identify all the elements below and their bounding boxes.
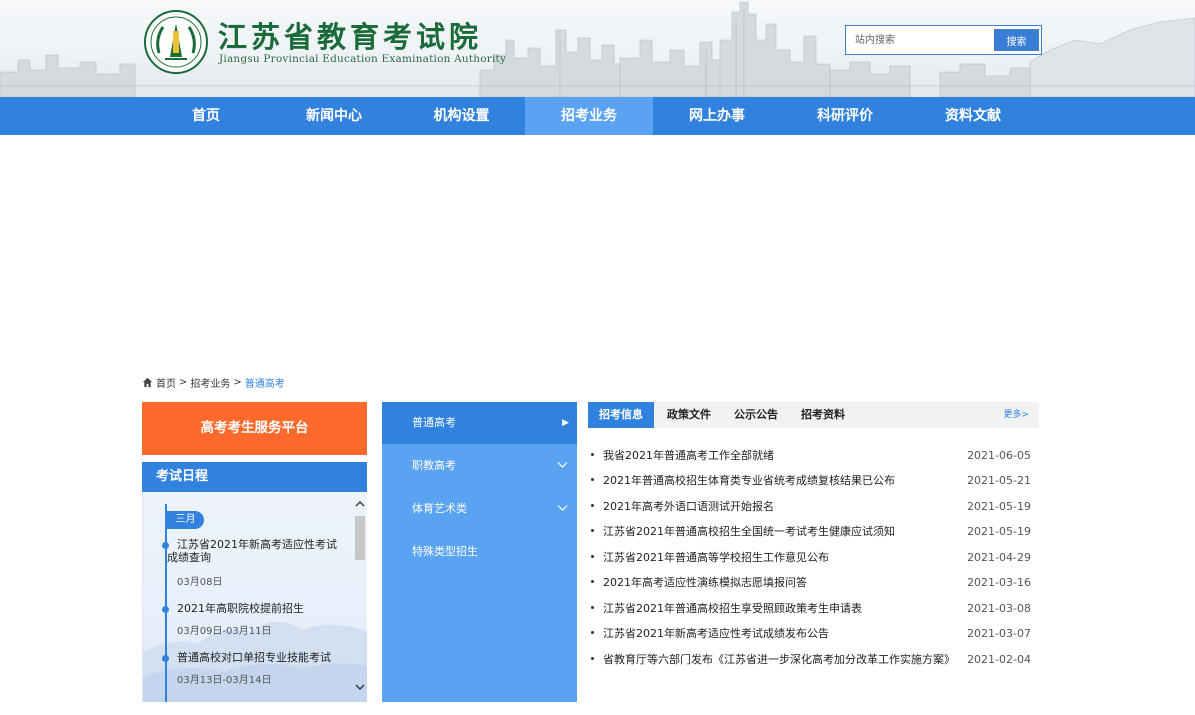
schedule-event-date: 03月09日-03月11日: [177, 626, 272, 637]
search-box: 搜索: [845, 25, 1042, 55]
bullet-icon: [591, 580, 594, 583]
chevron-up-icon[interactable]: [353, 497, 367, 511]
bullet-icon: [591, 529, 594, 532]
main-nav: 首页 新闻中心 机构设置 招考业务 网上办事 科研评价 资料文献: [0, 97, 1195, 135]
chevron-down-icon: [557, 505, 568, 511]
news-title[interactable]: 2021年普通高校招生体育类专业省统考成绩复核结果已公布: [603, 468, 895, 493]
schedule-event-title[interactable]: 江苏省2021年新高考适应性考试成绩查询: [167, 538, 343, 564]
schedule-event-title[interactable]: 普通高校对口单招专业技能考试: [167, 651, 343, 664]
news-date: 2021-03-08: [967, 602, 1031, 615]
bullet-icon: [591, 478, 594, 481]
category-item-regular-gaokao[interactable]: 普通高考 ▶: [382, 402, 577, 444]
news-title[interactable]: 我省2021年普通高考工作全部就绪: [603, 443, 774, 468]
breadcrumb: 首页 > 招考业务 > 普通高考: [142, 374, 285, 390]
news-item[interactable]: 江苏省2021年普通高校招生全国统一考试考生健康应试须知 2021-05-19: [588, 519, 1039, 544]
exam-service-platform-button[interactable]: 高考考生服务平台: [142, 402, 367, 455]
tab-admissions-info[interactable]: 招考信息: [588, 402, 654, 428]
nav-item-online-services[interactable]: 网上办事: [653, 97, 781, 135]
news-date: 2021-02-04: [967, 653, 1031, 666]
news-date: 2021-05-21: [967, 474, 1031, 487]
exam-schedule-panel: 三月 江苏省2021年新高考适应性考试成绩查询 03月08日 2021年高职院校…: [142, 492, 367, 702]
bullet-icon: [591, 555, 594, 558]
news-date: 2021-04-29: [967, 551, 1031, 564]
news-title[interactable]: 江苏省2021年普通高等学校招生工作意见公布: [603, 545, 829, 570]
nav-item-organization[interactable]: 机构设置: [398, 97, 525, 135]
category-item-special-admissions[interactable]: 特殊类型招生: [382, 531, 577, 573]
news-item[interactable]: 江苏省2021年普通高等学校招生工作意见公布 2021-04-29: [588, 545, 1039, 570]
news-item[interactable]: 省教育厅等六部门发布《江苏省进一步深化高考加分改革工作实施方案》 2021-02…: [588, 647, 1039, 672]
breadcrumb-section[interactable]: 招考业务: [190, 375, 230, 390]
news-item[interactable]: 2021年高考适应性演练模拟志愿填报问答 2021-03-16: [588, 570, 1039, 595]
breadcrumb-current[interactable]: 普通高考: [245, 375, 285, 390]
breadcrumb-separator: >: [179, 376, 188, 388]
category-item-vocational-gaokao[interactable]: 职教高考: [382, 445, 577, 487]
news-title[interactable]: 2021年高考外语口语测试开始报名: [603, 494, 774, 519]
schedule-scrollbar[interactable]: [353, 497, 367, 694]
breadcrumb-home[interactable]: 首页: [156, 375, 176, 390]
chevron-down-icon: [557, 462, 568, 468]
scrollbar-thumb[interactable]: [355, 516, 365, 560]
logo-emblem-icon: [144, 10, 208, 74]
nav-item-documents[interactable]: 资料文献: [909, 97, 1037, 135]
schedule-event-date: 03月08日: [177, 577, 223, 588]
tab-public-notices[interactable]: 公示公告: [724, 402, 788, 428]
news-title[interactable]: 江苏省2021年普通高校招生全国统一考试考生健康应试须知: [603, 519, 895, 544]
news-item[interactable]: 江苏省2021年普通高校招生享受照顾政策考生申请表 2021-03-08: [588, 596, 1039, 621]
exam-schedule-title: 考试日程: [142, 462, 367, 492]
news-date: 2021-06-05: [967, 449, 1031, 462]
bullet-icon: [591, 453, 594, 456]
category-menu: 普通高考 ▶ 职教高考 体育艺术类 特殊类型招生: [382, 402, 577, 702]
site-subtitle: Jiangsu Provincial Education Examination…: [219, 53, 507, 65]
news-date: 2021-05-19: [967, 525, 1031, 538]
news-title[interactable]: 江苏省2021年新高考适应性考试成绩发布公告: [603, 621, 829, 646]
category-label: 职教高考: [412, 459, 456, 472]
nav-item-research[interactable]: 科研评价: [781, 97, 909, 135]
bullet-icon: [591, 657, 594, 660]
bullet-icon: [591, 606, 594, 609]
category-item-sports-arts[interactable]: 体育艺术类: [382, 488, 577, 530]
news-item[interactable]: 我省2021年普通高考工作全部就绪 2021-06-05: [588, 443, 1039, 468]
breadcrumb-separator: >: [233, 376, 242, 388]
search-input[interactable]: [846, 26, 992, 54]
news-date: 2021-03-07: [967, 627, 1031, 640]
category-label: 体育艺术类: [412, 502, 467, 515]
schedule-event-title[interactable]: 2021年高职院校提前招生: [167, 602, 343, 615]
news-tabs: 招考信息 政策文件 公示公告 招考资料 更多>: [588, 402, 1039, 428]
nav-item-home[interactable]: 首页: [142, 97, 270, 135]
nav-item-news-center[interactable]: 新闻中心: [270, 97, 398, 135]
nav-item-admissions[interactable]: 招考业务: [525, 97, 653, 135]
search-button[interactable]: 搜索: [994, 29, 1039, 51]
category-label: 普通高考: [412, 416, 456, 429]
site-title: 江苏省教育考试院: [218, 20, 483, 54]
bullet-icon: [591, 631, 594, 634]
news-item[interactable]: 江苏省2021年新高考适应性考试成绩发布公告 2021-03-07: [588, 621, 1039, 646]
triangle-right-icon: ▶: [562, 418, 569, 428]
news-item[interactable]: 2021年高考外语口语测试开始报名 2021-05-19: [588, 494, 1039, 519]
category-label: 特殊类型招生: [412, 545, 478, 558]
schedule-event-date: 03月13日-03月14日: [177, 675, 272, 686]
tab-policy-documents[interactable]: 政策文件: [657, 402, 721, 428]
news-item[interactable]: 2021年普通高校招生体育类专业省统考成绩复核结果已公布 2021-05-21: [588, 468, 1039, 493]
bullet-icon: [591, 504, 594, 507]
news-title[interactable]: 江苏省2021年普通高校招生享受照顾政策考生申请表: [603, 596, 862, 621]
month-badge: 三月: [167, 511, 204, 529]
news-title[interactable]: 省教育厅等六部门发布《江苏省进一步深化高考加分改革工作实施方案》: [603, 647, 955, 672]
chevron-down-icon[interactable]: [353, 680, 367, 694]
home-icon: [142, 377, 153, 387]
news-title[interactable]: 2021年高考适应性演练模拟志愿填报问答: [603, 570, 807, 595]
site-header: 江苏省教育考试院 Jiangsu Provincial Education Ex…: [0, 0, 1195, 97]
tab-admissions-materials[interactable]: 招考资料: [791, 402, 855, 428]
news-date: 2021-05-19: [967, 500, 1031, 513]
more-link[interactable]: 更多>: [1003, 402, 1029, 428]
news-date: 2021-03-16: [967, 576, 1031, 589]
